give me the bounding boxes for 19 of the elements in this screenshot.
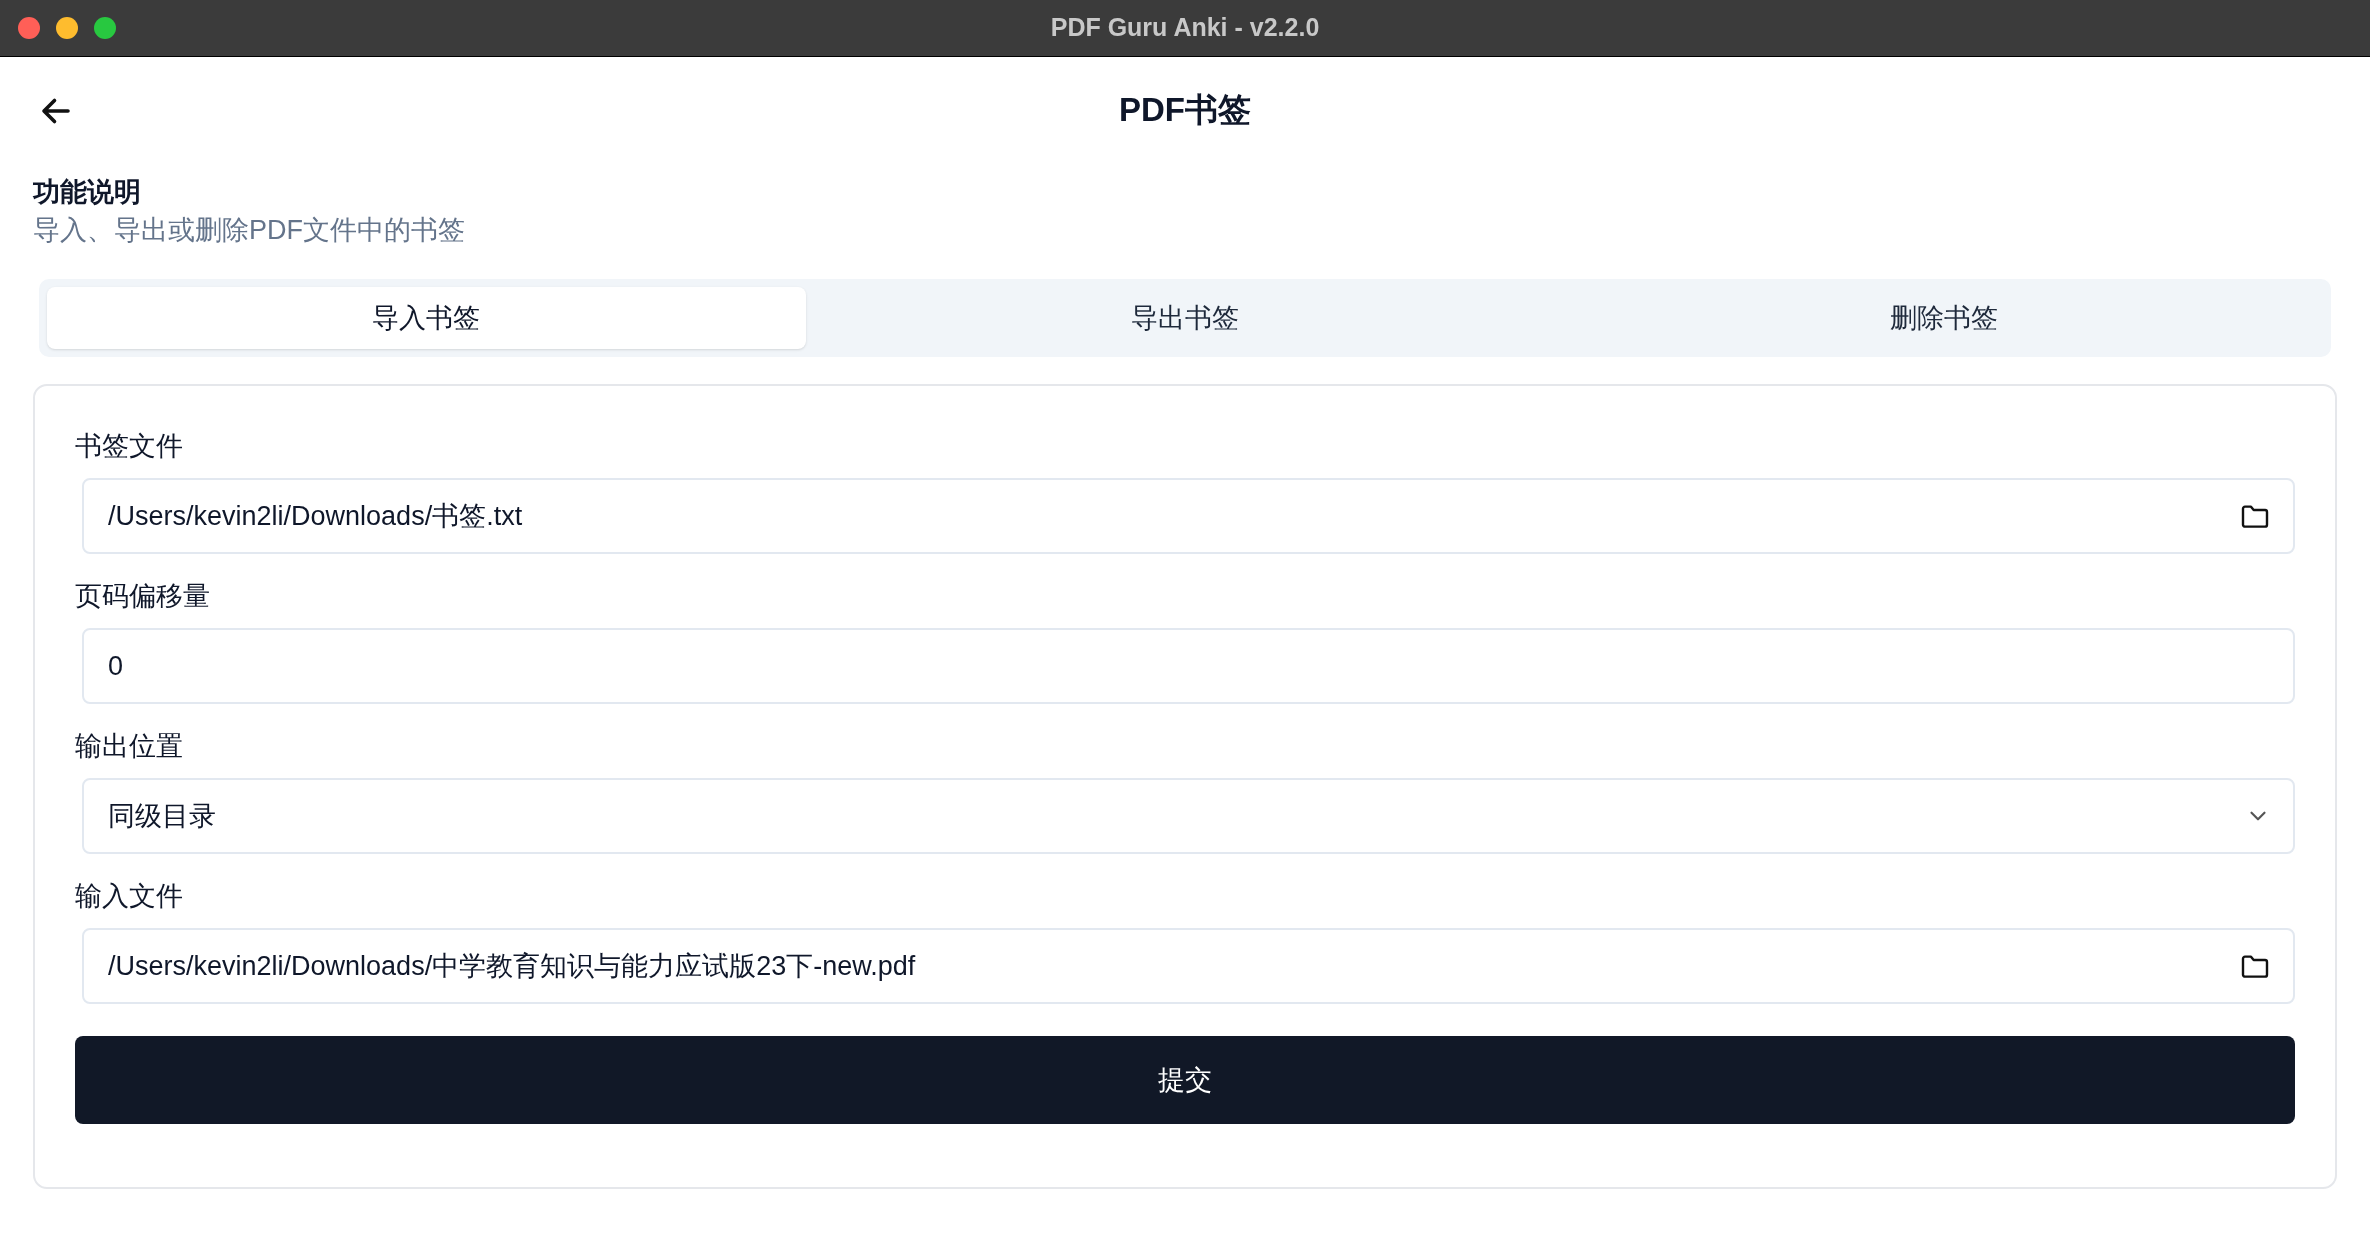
description-text: 导入、导出或删除PDF文件中的书签 [33,214,466,247]
window-title: PDF Guru Anki - v2.2.0 [1050,12,1320,44]
field-label: 输入文件 [75,880,184,913]
tab[interactable]: 删除书签 [1564,287,2323,349]
field-label: 页码偏移量 [75,580,211,613]
file-path-field[interactable]: /Users/kevin2li/Downloads/书签.txt [82,478,2295,554]
submit-button[interactable]: 提交 [75,1036,2295,1124]
minimize-window-icon[interactable] [56,17,78,39]
file-path-field[interactable]: /Users/kevin2li/Downloads/中学教育知识与能力应试版23下-new.pdf [82,928,2295,1004]
dropdown-select[interactable]: 同级目录 [82,778,2295,854]
field-label: 书签文件 [75,430,184,463]
maximize-window-icon[interactable] [94,17,116,39]
close-window-icon[interactable] [18,17,40,39]
input-field[interactable]: 0 [82,628,2295,704]
description-heading: 功能说明 [33,176,142,209]
tab[interactable]: 导入书签 [47,287,806,349]
page-title: PDF书签 [1119,90,1251,131]
field-label: 输出位置 [75,730,184,763]
tab[interactable]: 导出书签 [805,287,1565,349]
